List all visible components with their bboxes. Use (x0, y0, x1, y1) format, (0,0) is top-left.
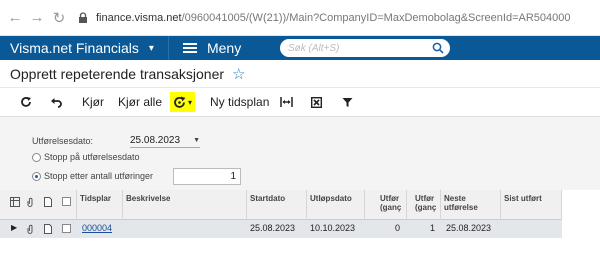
column-divider (122, 190, 123, 220)
column-divider (500, 190, 501, 220)
page-title: Opprett repeterende transaksjoner (10, 65, 225, 82)
col-header-description[interactable]: Beskrivelse (126, 194, 170, 203)
run-button[interactable]: Kjør (82, 92, 104, 112)
menu-label: Meny (206, 40, 242, 56)
refresh-icon[interactable] (16, 92, 36, 112)
forward-arrow-icon[interactable]: → (28, 9, 46, 27)
toolbar: Kjør Kjør alle ▾ Ny tidsplan (0, 88, 600, 116)
hamburger-icon (182, 43, 197, 53)
chevron-down-icon: ▾ (188, 97, 193, 107)
chevron-down-icon[interactable]: ▼ (193, 137, 200, 144)
grid-header: Tidsplar Beskrivelse Startdato Utløpsdat… (0, 190, 562, 220)
new-schedule-button[interactable]: Ny tidsplan (210, 92, 269, 112)
attachment-icon[interactable] (26, 197, 34, 209)
column-divider (306, 190, 307, 220)
note-icon[interactable] (44, 224, 52, 236)
column-divider (76, 190, 77, 220)
col-header-executions[interactable]: Utfør (ganç (415, 194, 439, 212)
filter-icon[interactable] (337, 92, 357, 112)
schedule-dropdown-button[interactable]: ▾ (170, 92, 196, 112)
row-details-icon[interactable] (10, 197, 20, 209)
lock-icon[interactable] (76, 11, 90, 25)
row-executions: 1 (429, 223, 435, 233)
col-header-executed-line1: Utfør (380, 194, 400, 203)
col-header-last-executed[interactable]: Sist utført (504, 194, 542, 203)
radio-unselected-icon (32, 152, 41, 162)
url-field[interactable]: finance.visma.net/0960041005/(W(21))/Mai… (96, 12, 571, 24)
schedule-id-link[interactable]: 000004 (82, 223, 112, 233)
search-input[interactable] (288, 42, 428, 54)
row-next-exec: 25.08.2023 (446, 223, 492, 233)
col-header-expiry-date[interactable]: Utløpsdato (310, 194, 352, 203)
menu-button[interactable]: Meny (182, 40, 242, 56)
column-divider (406, 190, 407, 220)
row-selector-icon[interactable]: ▶ (11, 223, 17, 232)
radio-selected-icon (32, 171, 41, 181)
col-header-executed[interactable]: Utfør (ganç (380, 194, 404, 212)
attachment-icon[interactable] (26, 224, 34, 236)
col-header-next-exec-line1: Neste (444, 194, 466, 203)
favorite-star-icon[interactable]: ☆ (232, 65, 245, 83)
col-header-executions-line1: Utfør (415, 194, 435, 203)
search-box[interactable] (280, 39, 450, 57)
exec-date-field[interactable]: 25.08.2023 ▼ (130, 133, 200, 148)
exec-date-value: 25.08.2023 (130, 134, 181, 146)
search-icon[interactable] (432, 42, 444, 54)
fit-columns-icon[interactable] (276, 92, 296, 112)
undo-icon[interactable] (46, 92, 66, 112)
col-header-executions-line2: (ganç (415, 203, 437, 212)
col-header-next-exec-line2: utførelse (444, 203, 478, 212)
export-excel-icon[interactable] (306, 92, 326, 112)
table-row[interactable]: ▶ 000004 25.08.2023 10.10.2023 0 1 25.08… (0, 220, 562, 238)
app-title[interactable]: Visma.net Financials (10, 40, 139, 56)
page-title-row: Opprett repeterende transaksjoner ☆ (0, 60, 600, 88)
url-path: /0960041005/(W(21))/Main?CompanyID=MaxDe… (181, 11, 571, 24)
col-header-schedule[interactable]: Tidsplar (80, 194, 111, 203)
schedule-cycle-icon (174, 96, 186, 108)
col-header-next-exec[interactable]: Neste utførelse (444, 194, 478, 212)
note-icon[interactable] (44, 197, 52, 209)
column-divider (561, 190, 562, 220)
row-start-date: 25.08.2023 (250, 223, 296, 233)
run-all-button[interactable]: Kjør alle (118, 92, 162, 112)
exec-date-label: Utførelsesdato: (32, 136, 94, 146)
row-expiry-date: 10.10.2023 (310, 223, 356, 233)
stop-on-date-label: Stopp på utførelsesdato (44, 152, 140, 162)
browser-address-bar: ← → ↻ finance.visma.net/0960041005/(W(21… (0, 0, 600, 36)
row-checkbox[interactable] (62, 224, 71, 233)
column-divider (246, 190, 247, 220)
app-header: Visma.net Financials ▾ Meny (0, 36, 600, 60)
stop-on-date-radio[interactable]: Stopp på utførelsesdato (32, 152, 140, 162)
stop-after-count-radio[interactable]: Stopp etter antall utføringer (32, 171, 153, 181)
back-arrow-icon[interactable]: ← (6, 9, 24, 27)
execution-count-input[interactable]: 1 (173, 168, 241, 185)
select-all-checkbox[interactable] (62, 197, 71, 206)
col-header-executed-line2: (ganç (380, 203, 402, 212)
stop-after-count-label: Stopp etter antall utføringer (44, 171, 154, 181)
header-divider (167, 36, 169, 60)
column-divider (364, 190, 365, 220)
row-executed: 0 (394, 223, 400, 233)
chevron-down-icon[interactable]: ▾ (149, 43, 154, 54)
column-divider (440, 190, 441, 220)
reload-icon[interactable]: ↻ (50, 9, 68, 27)
url-host: finance.visma.net (96, 11, 182, 24)
col-header-start-date[interactable]: Startdato (250, 194, 285, 203)
